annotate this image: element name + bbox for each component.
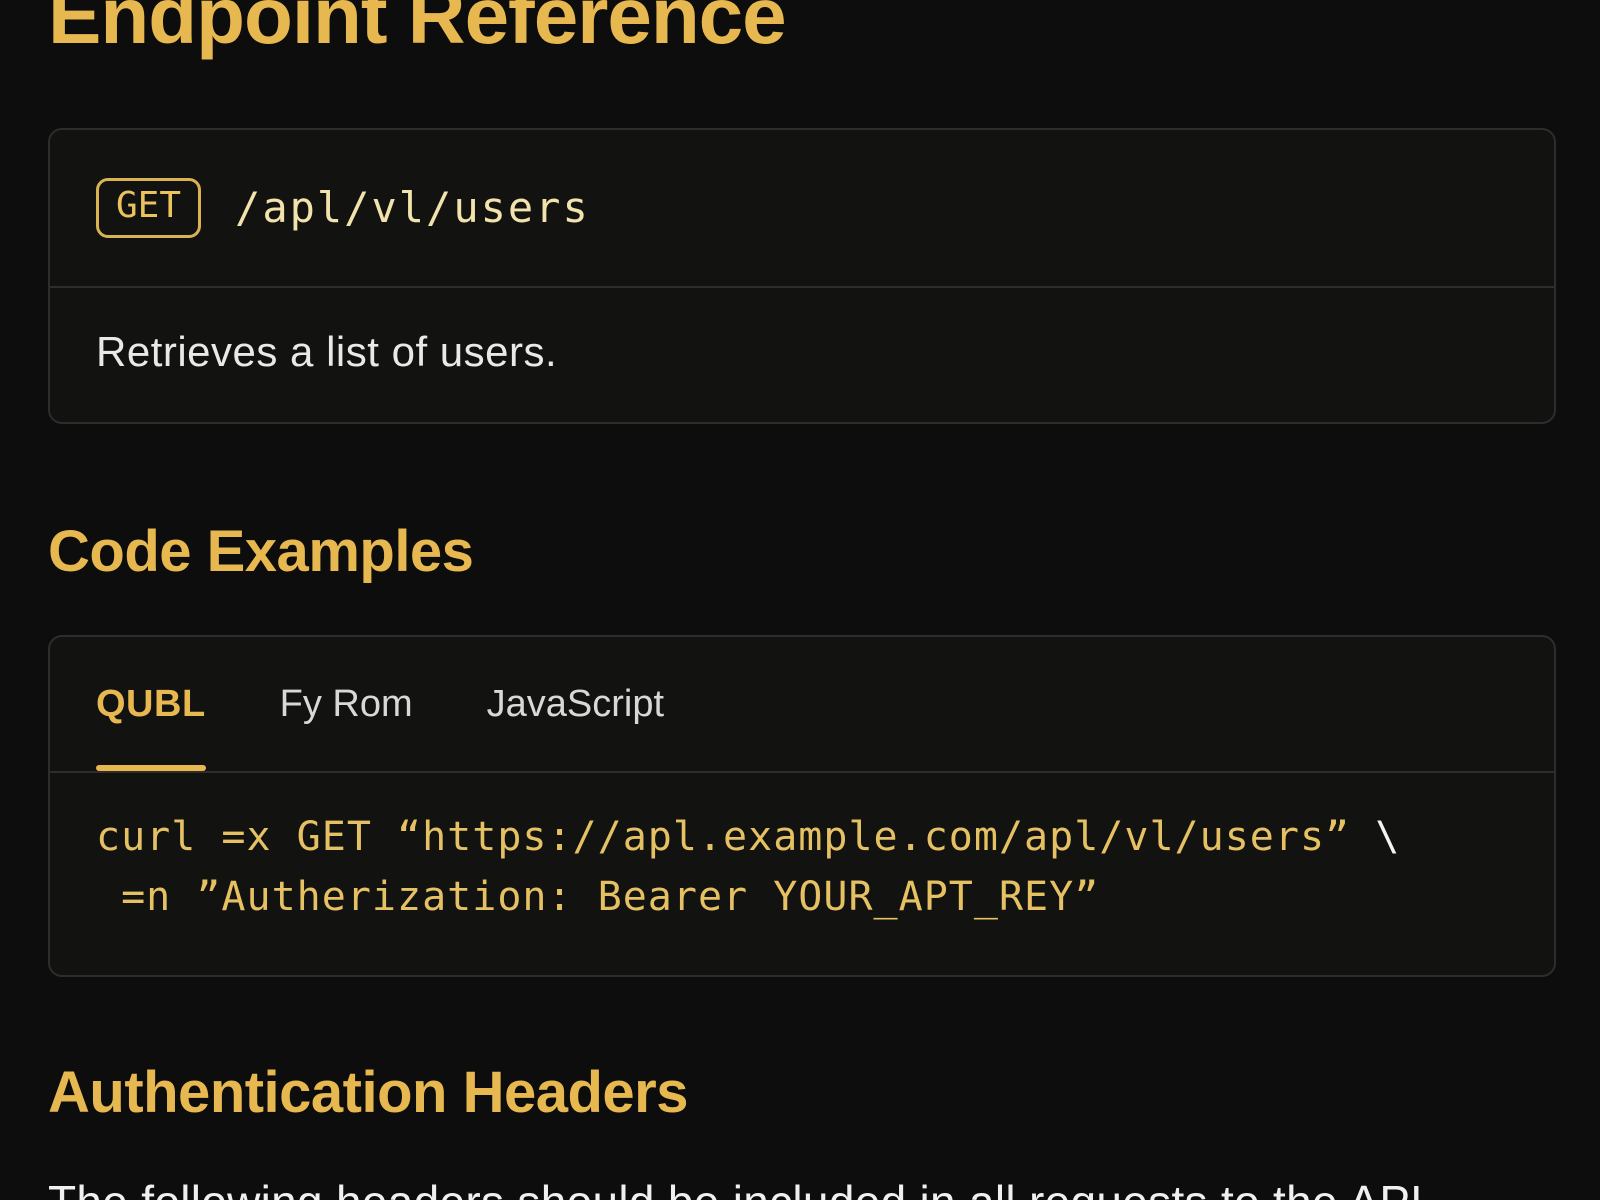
tab-javascript-label: JavaScript (487, 683, 664, 726)
active-tab-underline (96, 765, 206, 771)
endpoint-method-row: GET /apl/vl/users (50, 130, 1554, 286)
tab-qubl-label: QUBL (96, 683, 206, 726)
tab-qubl[interactable]: QUBL (96, 637, 206, 771)
code-line-1: curl =x GET “https://apl.example.com/apl… (96, 807, 1508, 867)
code-examples-heading: Code Examples (48, 520, 1556, 584)
tab-fy-rom[interactable]: Fy Rom (280, 637, 413, 771)
api-docs-page: Endpoint Reference GET /apl/vl/users Ret… (0, 0, 1600, 1200)
authentication-headers-heading: Authentication Headers (48, 1061, 1556, 1125)
line-continuation-backslash: \ (1375, 814, 1400, 860)
code-examples-card: QUBL Fy Rom JavaScript curl =x GET “http… (48, 635, 1556, 977)
endpoint-description-row: Retrieves a list of users. (50, 286, 1554, 422)
code-line-2: =n ”Autherization: Bearer YOUR_APT_REY” (96, 867, 1508, 927)
tab-javascript[interactable]: JavaScript (487, 637, 664, 771)
endpoint-reference-heading: Endpoint Reference (48, 0, 1556, 56)
tab-fy-rom-label: Fy Rom (280, 683, 413, 726)
code-line-1-text: curl =x GET “https://apl.example.com/apl… (96, 814, 1375, 860)
http-method-badge: GET (96, 178, 201, 238)
endpoint-path: /apl/vl/users (235, 183, 590, 232)
code-language-tabs: QUBL Fy Rom JavaScript (50, 637, 1554, 773)
endpoint-card: GET /apl/vl/users Retrieves a list of us… (48, 128, 1556, 424)
auth-intro-paragraph: The following headers should be included… (48, 1173, 1556, 1200)
code-snippet: curl =x GET “https://apl.example.com/apl… (50, 773, 1554, 975)
endpoint-description: Retrieves a list of users. (96, 328, 557, 375)
